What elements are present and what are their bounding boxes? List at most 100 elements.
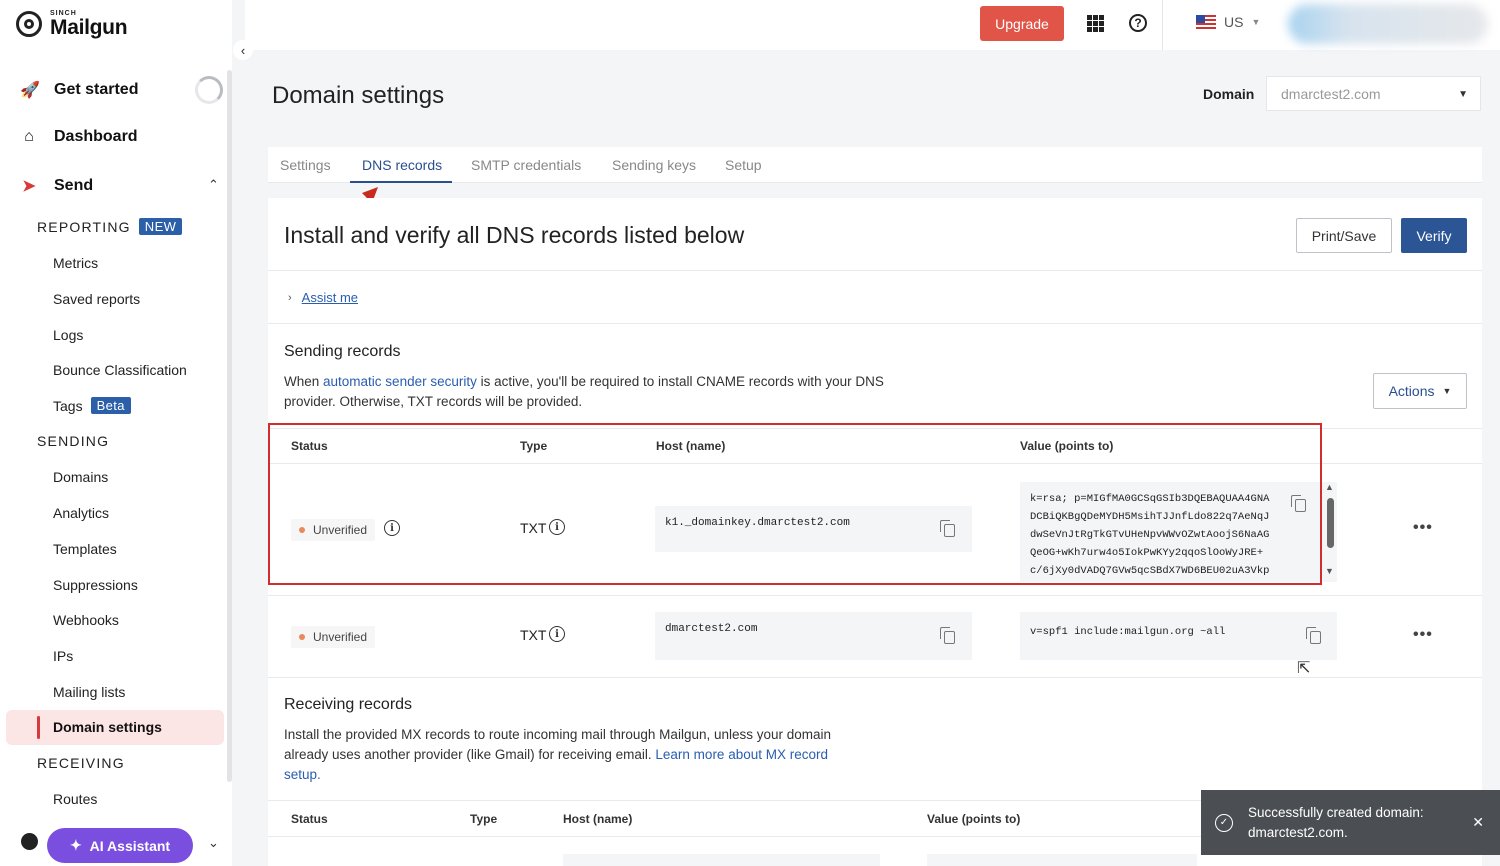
nav-label: Get started: [54, 81, 139, 98]
tab-smtp-credentials[interactable]: SMTP credentials: [471, 157, 581, 173]
divider: [268, 677, 1482, 678]
help-icon[interactable]: ?: [1129, 14, 1147, 32]
host-value-field[interactable]: [563, 854, 880, 866]
domain-select[interactable]: dmarctest2.com ▼: [1266, 76, 1481, 111]
record-type: TXT: [520, 627, 547, 643]
actions-label: Actions: [1388, 383, 1435, 399]
divider: [268, 323, 1482, 324]
sidebar-item-routes[interactable]: Routes: [53, 791, 97, 807]
sidebar-item-logs[interactable]: Logs: [53, 327, 83, 343]
rocket-icon: 🚀: [20, 82, 40, 99]
tab-setup[interactable]: Setup: [725, 157, 762, 173]
chevron-left-icon: ‹: [240, 42, 246, 58]
host-value: dmarctest2.com: [665, 623, 758, 635]
column-header-host[interactable]: Host (name): [563, 812, 632, 826]
copy-icon[interactable]: [940, 627, 955, 644]
sending-records-title: Sending records: [284, 343, 401, 360]
sidebar-scrollbar[interactable]: [227, 70, 232, 782]
scroll-up-icon[interactable]: ▲: [1325, 482, 1334, 492]
assist-me-label: Assist me: [301, 290, 359, 305]
column-header-type[interactable]: Type: [470, 812, 497, 826]
close-icon[interactable]: ✕: [1472, 814, 1484, 831]
sidebar-item-mailing-lists[interactable]: Mailing lists: [53, 684, 125, 700]
info-icon[interactable]: i: [549, 626, 565, 642]
caret-down-icon: ▼: [1458, 89, 1468, 100]
collapse-sidebar-button[interactable]: ‹: [233, 40, 253, 60]
page-title: Domain settings: [272, 82, 445, 109]
ai-assistant-button[interactable]: ✦ AI Assistant: [47, 828, 193, 863]
nav-label: Domains: [53, 469, 109, 485]
chevron-right-icon: ›: [288, 291, 292, 304]
chevron-up-icon[interactable]: ⌃: [208, 177, 219, 193]
nav-get-started[interactable]: 🚀 Get started: [20, 80, 138, 100]
send-icon: ➤: [22, 178, 36, 195]
tab-dns-records[interactable]: DNS records: [362, 157, 442, 173]
status-dot-icon: [299, 634, 305, 640]
sidebar-item-bounce-classification[interactable]: Bounce Classification: [53, 362, 187, 378]
actions-dropdown-button[interactable]: Actions ▼: [1373, 373, 1467, 409]
nav-label: Send: [54, 177, 94, 194]
active-nav-indicator: [37, 716, 40, 739]
status-badge: Unverified: [291, 626, 376, 648]
copy-icon[interactable]: [1306, 627, 1321, 644]
beta-badge: Beta: [90, 397, 131, 414]
toast-message: Successfully created domain: dmarctest2.…: [1248, 804, 1424, 840]
column-header-value[interactable]: Value (points to): [927, 812, 1020, 826]
value-scrollbar[interactable]: [1327, 498, 1334, 548]
sidebar-item-templates[interactable]: Templates: [53, 541, 117, 557]
nav-send[interactable]: ➤ Send: [20, 176, 93, 196]
upgrade-button[interactable]: Upgrade: [980, 6, 1064, 41]
receiving-records-title: Receiving records: [284, 696, 413, 713]
automatic-sender-security-link[interactable]: automatic sender security: [323, 374, 477, 389]
home-icon: ⌂: [24, 128, 34, 145]
host-value-field[interactable]: dmarctest2.com: [655, 612, 972, 660]
sidebar-item-suppressions[interactable]: Suppressions: [53, 577, 138, 593]
tab-settings[interactable]: Settings: [280, 157, 331, 173]
user-account-menu[interactable]: [1288, 4, 1488, 44]
nav-label: Mailing lists: [53, 684, 126, 700]
value-field[interactable]: [927, 854, 1197, 866]
nav-label: Webhooks: [53, 612, 119, 628]
card-title: Install and verify all DNS records liste…: [284, 222, 745, 248]
verify-button[interactable]: Verify: [1401, 218, 1467, 253]
nav-label: Tags: [53, 397, 83, 414]
value-field[interactable]: v=spf1 include:mailgun.org ~all: [1020, 612, 1337, 660]
sidebar-item-saved-reports[interactable]: Saved reports: [53, 291, 140, 307]
sidebar-item-domain-settings[interactable]: Domain settings: [53, 719, 162, 735]
nav-label: Domain settings: [53, 719, 162, 735]
scroll-down-icon[interactable]: ▼: [1325, 566, 1334, 576]
brand-logo[interactable]: SINCH Mailgun: [16, 10, 128, 39]
caret-down-icon: ▼: [1251, 17, 1261, 27]
assist-me-link[interactable]: › Assist me: [288, 290, 358, 305]
column-header-status[interactable]: Status: [291, 812, 328, 826]
desc-text: When: [284, 374, 324, 389]
caret-down-icon: ▼: [1442, 386, 1452, 396]
region-label: US: [1224, 14, 1244, 30]
sidebar-item-tags[interactable]: Tags Beta: [53, 397, 131, 414]
section-heading: SENDING: [37, 433, 110, 449]
print-save-button[interactable]: Print/Save: [1296, 218, 1392, 253]
mailgun-logo-icon: [16, 11, 42, 37]
brand-name: Mailgun: [50, 16, 128, 39]
section-receiving: RECEIVING: [37, 755, 125, 771]
nav-label: Logs: [53, 327, 84, 343]
section-reporting: REPORTING NEW: [37, 218, 183, 235]
nav-dashboard[interactable]: ⌂ Dashboard: [20, 128, 137, 146]
chevron-down-icon[interactable]: ⌄: [208, 835, 219, 851]
nav-label: Routes: [53, 791, 98, 807]
apps-grid-icon[interactable]: [1087, 15, 1104, 32]
sidebar-item-ips[interactable]: IPs: [53, 648, 73, 664]
nav-label: Suppressions: [53, 577, 138, 593]
sidebar-item-metrics[interactable]: Metrics: [53, 255, 98, 271]
us-flag-icon: [1196, 15, 1216, 29]
tab-sending-keys[interactable]: Sending keys: [612, 157, 696, 173]
region-selector[interactable]: US ▼: [1196, 14, 1260, 30]
section-heading: RECEIVING: [37, 755, 125, 771]
receiving-records-description: Install the provided MX records to route…: [284, 725, 864, 785]
sidebar-item-domains[interactable]: Domains: [53, 469, 108, 485]
more-options-icon[interactable]: •••: [1413, 626, 1433, 644]
sidebar-item-analytics[interactable]: Analytics: [53, 505, 109, 521]
sidebar-item-webhooks[interactable]: Webhooks: [53, 612, 119, 628]
more-options-icon[interactable]: •••: [1413, 519, 1433, 537]
globe-icon[interactable]: [21, 833, 38, 850]
